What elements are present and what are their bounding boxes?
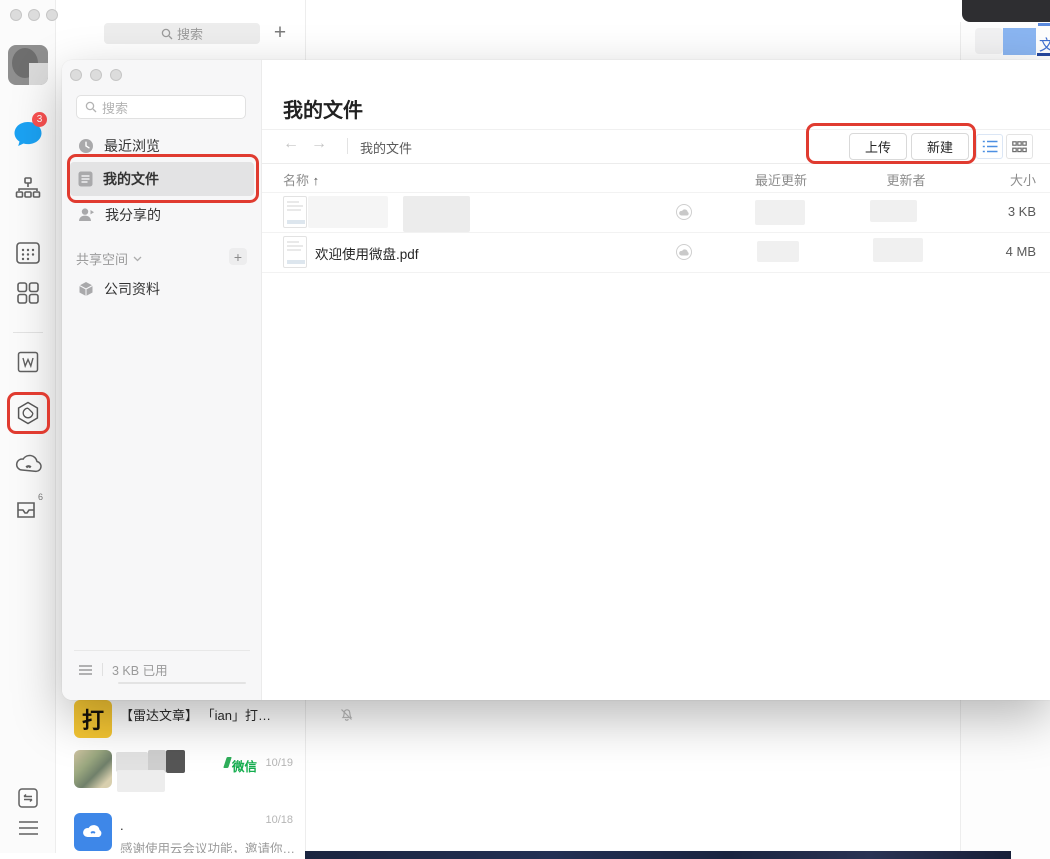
sidebar-item-label: 公司资料: [104, 279, 160, 299]
chat-avatar: 打: [74, 700, 112, 738]
annotation-box-my-files-item: [67, 154, 259, 203]
sidebar-item-label: 最近浏览: [104, 136, 160, 156]
back-button[interactable]: ←: [283, 135, 299, 153]
cloud-sync-icon: [676, 244, 692, 260]
chat-date: 10/18: [265, 814, 293, 826]
zoom-button[interactable]: [110, 69, 122, 81]
sort-asc-indicator: ↑: [313, 173, 320, 188]
redacted-date: [755, 200, 805, 225]
annotation-box-drive-dock-icon: [7, 392, 50, 434]
grid-view-icon: [1012, 141, 1027, 153]
search-placeholder: 搜索: [177, 24, 203, 43]
breadcrumb[interactable]: 我的文件: [360, 138, 412, 157]
meeting-avatar: [74, 813, 112, 851]
column-header-name[interactable]: 名称 ↑: [283, 170, 319, 189]
clock-icon: [78, 138, 94, 154]
minimize-button[interactable]: [28, 9, 40, 21]
search-icon: [85, 101, 97, 113]
column-header-size[interactable]: 大小: [1010, 170, 1036, 189]
redacted-message: [117, 770, 165, 792]
chat-list-item[interactable]: . 10/18 感谢使用云会议功能，邀请你…: [60, 806, 305, 853]
zoom-button[interactable]: [46, 9, 58, 21]
redacted-date: [757, 241, 799, 262]
close-button[interactable]: [10, 9, 22, 21]
file-size: 3 KB: [1008, 204, 1036, 219]
pdf-thumbnail: [283, 196, 307, 228]
page-title: 我的文件: [283, 94, 363, 123]
partial-text: 文: [1039, 34, 1050, 55]
sidebar-item-my-shares[interactable]: 我分享的: [70, 198, 254, 232]
redacted-updater: [870, 200, 917, 222]
drive-search-input[interactable]: 搜索: [76, 95, 246, 119]
search-input[interactable]: 搜索: [104, 23, 260, 44]
file-size: 4 MB: [1006, 244, 1036, 259]
meeting-icon[interactable]: [13, 452, 43, 480]
chat-message-preview: 感谢使用云会议功能，邀请你…: [120, 838, 295, 853]
chat-unread-badge: 3: [32, 112, 47, 127]
storage-used-label: 3 KB 已用: [112, 660, 168, 679]
mini-program-panel-icon[interactable]: [16, 786, 39, 809]
contacts-icon[interactable]: [15, 175, 41, 203]
file-row[interactable]: 3 KB: [262, 192, 1050, 232]
forward-button[interactable]: →: [311, 135, 327, 153]
cloud-sync-icon: [676, 204, 692, 220]
avatar[interactable]: [8, 45, 48, 85]
screen: 文 3: [0, 0, 1050, 859]
divider: [74, 650, 250, 651]
person-share-icon: [78, 207, 95, 223]
search-icon: [161, 28, 173, 40]
close-button[interactable]: [70, 69, 82, 81]
chat-title: 【雷达文章】 「ian」打…: [120, 705, 271, 724]
column-header-updated[interactable]: 最近更新: [748, 170, 807, 189]
annotation-box-upload-new-buttons: [806, 123, 976, 164]
avatar: [1003, 28, 1036, 55]
add-shared-space-button[interactable]: +: [229, 248, 247, 265]
cube-icon: [78, 281, 94, 297]
chat-list-item[interactable]: 打 【雷达文章】 「ian」打…: [60, 697, 305, 743]
storage-menu-icon[interactable]: [78, 664, 93, 676]
docs-icon[interactable]: [16, 350, 40, 374]
redacted-filename: [403, 196, 470, 232]
redacted-text: [1037, 53, 1050, 56]
redacted-text: [1038, 23, 1050, 26]
pdf-thumbnail: [283, 236, 307, 268]
chevron-down-icon: [133, 256, 142, 262]
new-chat-button[interactable]: +: [268, 21, 292, 45]
muted-bell-icon: [340, 708, 353, 721]
minimize-button[interactable]: [90, 69, 102, 81]
calendar-icon[interactable]: [15, 239, 41, 267]
divider: [347, 138, 348, 154]
redacted-updater: [873, 238, 923, 262]
file-row[interactable]: 欢迎使用微盘.pdf 4 MB: [262, 232, 1050, 272]
background-window-titlebar: [962, 0, 1050, 22]
column-header-updater[interactable]: 更新者: [878, 170, 934, 189]
storage-progress-bar: [118, 682, 246, 684]
chat-date: 10/19: [265, 757, 293, 769]
chat-avatar: [74, 750, 112, 788]
file-name: 欢迎使用微盘.pdf: [315, 243, 419, 263]
grid-view-toggle[interactable]: [1006, 134, 1033, 159]
sidebar-item-company-files[interactable]: 公司资料: [70, 272, 254, 306]
dock-divider: [13, 332, 43, 333]
divider: [262, 272, 1050, 273]
shared-space-section-header[interactable]: 共享空间: [76, 249, 142, 268]
redacted-filename: [308, 196, 388, 228]
mail-unread-count: 6: [38, 492, 43, 502]
more-menu-icon[interactable]: [17, 819, 39, 837]
storage-usage: 3 KB 已用: [78, 660, 168, 679]
chat-title: .: [120, 818, 124, 833]
redacted-name: [166, 750, 185, 773]
redacted-name: [116, 752, 148, 772]
wechat-source-tag: 微信: [232, 756, 257, 775]
chat-list-item[interactable]: 微信 10/19: [60, 744, 305, 796]
redacted-block: [975, 28, 1003, 54]
workspace-icon[interactable]: [16, 280, 40, 306]
list-view-icon: [982, 140, 998, 153]
list-view-toggle[interactable]: [976, 134, 1003, 159]
desktop-background: [305, 851, 1011, 859]
sidebar-item-label: 我分享的: [105, 205, 161, 225]
search-placeholder: 搜索: [102, 98, 128, 117]
section-label: 共享空间: [76, 249, 128, 268]
